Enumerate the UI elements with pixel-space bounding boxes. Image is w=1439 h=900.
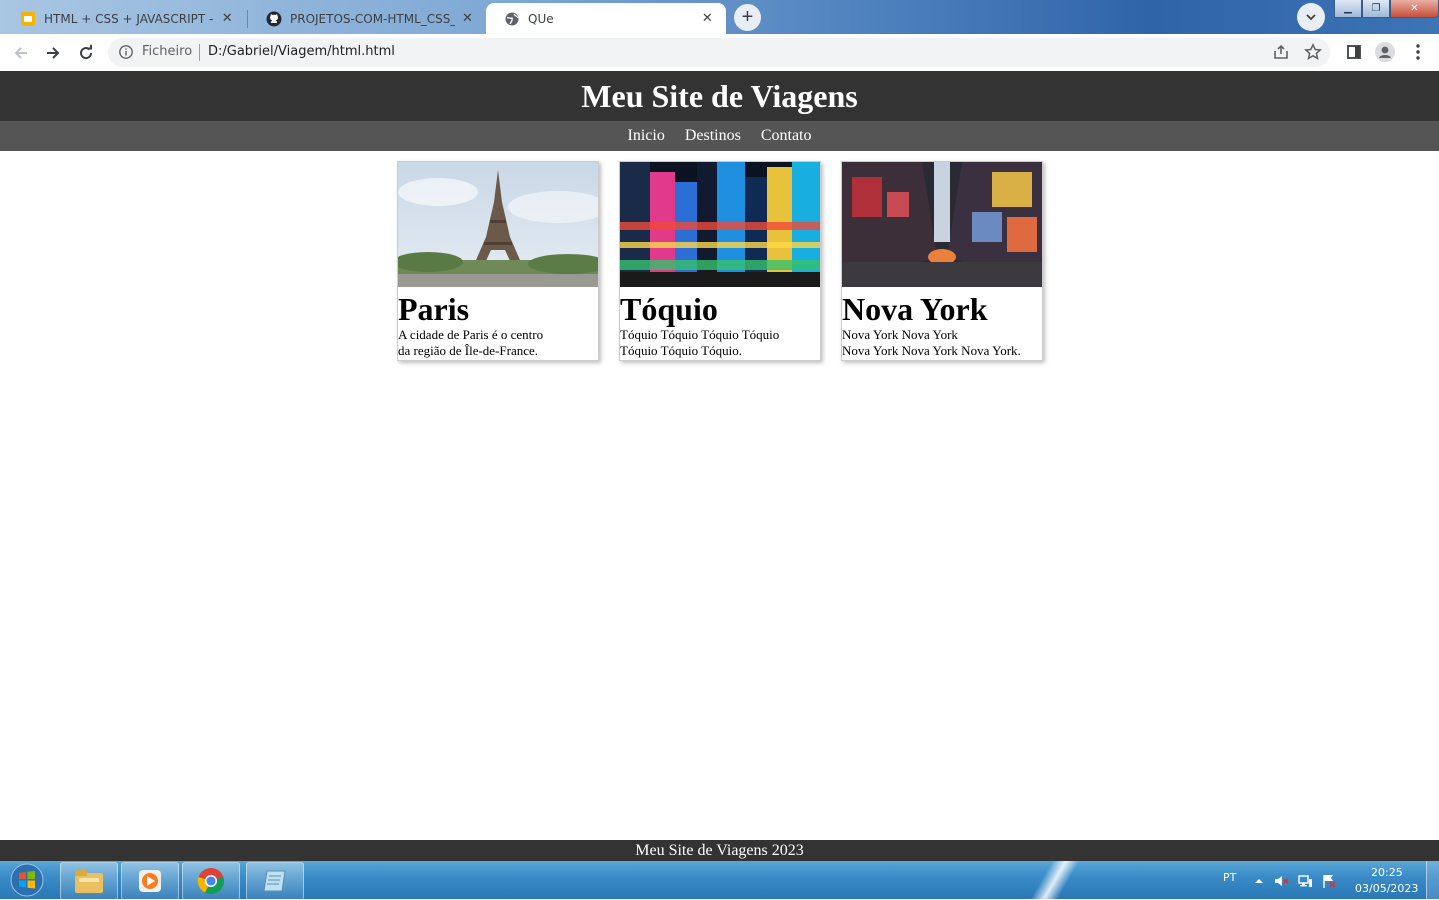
close-icon[interactable]: ✕ bbox=[461, 11, 474, 26]
github-icon bbox=[266, 11, 282, 26]
chevron-down-icon bbox=[1306, 14, 1316, 21]
card-nova-york: Nova York Nova York Nova York Nova York … bbox=[841, 161, 1043, 361]
close-icon[interactable]: ✕ bbox=[220, 11, 234, 26]
language-indicator[interactable]: PT bbox=[1223, 871, 1236, 884]
taskbar-chrome[interactable] bbox=[182, 862, 240, 900]
kebab-menu-icon bbox=[1416, 44, 1420, 60]
card-text-line: A cidade de Paris é o centro bbox=[398, 327, 544, 342]
new-york-street-photo bbox=[842, 162, 1042, 287]
taskbar-explorer[interactable] bbox=[60, 862, 118, 900]
profile-button[interactable] bbox=[1375, 42, 1395, 62]
clock-date[interactable]: 03/05/2023 bbox=[1355, 882, 1418, 895]
tab-search-button[interactable] bbox=[1297, 3, 1325, 31]
browser-tab-github[interactable]: PROJETOS-COM-HTML_CSS_JAVASCRIPT ✕ bbox=[248, 3, 486, 34]
arrow-right-icon bbox=[47, 47, 60, 59]
show-desktop-button[interactable] bbox=[1426, 861, 1439, 899]
windows-logo-icon bbox=[10, 863, 44, 897]
action-center-icon[interactable] bbox=[1321, 873, 1337, 889]
card-title: Paris bbox=[398, 291, 470, 327]
address-bar[interactable]: Ficheiro D:/Gabriel/Viagem/html.html bbox=[108, 38, 1330, 67]
card-title: Nova York bbox=[842, 291, 988, 327]
windows-taskbar: PT 20:25 03/05/2023 bbox=[0, 861, 1439, 900]
card-paris: Paris A cidade de Paris é o centro da re… bbox=[397, 161, 599, 361]
site-footer: Meu Site de Viagens 2023 bbox=[0, 840, 1439, 861]
card-text-line: Tóquio Tóquio Tóquio. bbox=[620, 343, 742, 358]
menu-button[interactable] bbox=[1408, 42, 1428, 62]
address-divider bbox=[199, 44, 200, 61]
plus-icon: + bbox=[741, 6, 754, 28]
card-toquio: Tóquio Tóquio Tóquio Tóquio Tóquio Tóqui… bbox=[619, 161, 821, 361]
nav-link-destinos[interactable]: Destinos bbox=[685, 127, 741, 145]
site-header: Meu Site de Viagens bbox=[0, 71, 1439, 121]
share-icon[interactable] bbox=[1272, 43, 1290, 61]
card-text-line: da região de Île-de-France. bbox=[398, 343, 539, 358]
tab-title: PROJETOS-COM-HTML_CSS_JAVASCRIPT bbox=[290, 11, 455, 26]
browser-tab-slides[interactable]: HTML + CSS + JAVASCRIPT - Google ✕ bbox=[2, 3, 246, 34]
taskbar-notepad[interactable] bbox=[246, 862, 304, 900]
page-title: Meu Site de Viagens bbox=[581, 77, 858, 114]
eiffel-tower-photo bbox=[398, 162, 598, 287]
nav-link-contato[interactable]: Contato bbox=[761, 127, 812, 145]
arrow-left-icon bbox=[14, 47, 27, 59]
volume-muted-icon[interactable] bbox=[1273, 873, 1289, 889]
address-url[interactable]: D:/Gabriel/Viagem/html.html bbox=[208, 44, 395, 59]
site-nav: Inicio Destinos Contato bbox=[0, 121, 1439, 151]
window-controls: ▁ ❐ ✕ bbox=[1334, 0, 1439, 18]
chevron-up-icon[interactable] bbox=[1251, 873, 1267, 889]
tab-title: HTML + CSS + JAVASCRIPT - Google bbox=[44, 11, 214, 26]
avatar-icon bbox=[1375, 42, 1395, 62]
reload-icon bbox=[80, 44, 93, 60]
notepad-icon bbox=[263, 870, 286, 892]
clock-time[interactable]: 20:25 bbox=[1371, 866, 1403, 879]
browser-toolbar: Ficheiro D:/Gabriel/Viagem/html.html bbox=[0, 34, 1439, 72]
reload-button[interactable] bbox=[74, 41, 98, 65]
chrome-icon bbox=[197, 868, 224, 894]
close-icon[interactable]: ✕ bbox=[701, 11, 714, 26]
start-button[interactable] bbox=[4, 861, 50, 899]
network-icon[interactable] bbox=[1297, 873, 1313, 889]
taskbar-media-player[interactable] bbox=[121, 862, 179, 900]
browser-tab-strip: HTML + CSS + JAVASCRIPT - Google ✕ PROJE… bbox=[0, 0, 1439, 34]
card-title: Tóquio bbox=[620, 291, 718, 327]
side-panel-button[interactable] bbox=[1344, 42, 1364, 62]
card-text-line: Nova York Nova York Nova York. bbox=[842, 343, 1021, 358]
info-icon[interactable] bbox=[118, 44, 134, 60]
folder-icon bbox=[75, 870, 103, 893]
tokyo-night-photo bbox=[620, 162, 820, 287]
minimize-button[interactable]: ▁ bbox=[1334, 0, 1362, 18]
forward-button[interactable] bbox=[41, 41, 65, 65]
side-panel-icon bbox=[1347, 45, 1361, 59]
window-close-button[interactable]: ✕ bbox=[1390, 0, 1439, 18]
card-text-line: Nova York Nova York bbox=[842, 327, 958, 342]
destination-cards: Paris A cidade de Paris é o centro da re… bbox=[397, 161, 1063, 361]
google-slides-icon bbox=[21, 11, 35, 26]
tab-title: QUe bbox=[528, 11, 554, 26]
media-player-icon bbox=[139, 870, 161, 892]
restore-button[interactable]: ❐ bbox=[1362, 0, 1390, 18]
bookmark-star-icon[interactable] bbox=[1304, 43, 1322, 61]
globe-icon bbox=[505, 12, 519, 25]
browser-tab-active[interactable]: QUe ✕ bbox=[486, 3, 726, 34]
taskbar-glow bbox=[1020, 861, 1090, 899]
footer-text: Meu Site de Viagens 2023 bbox=[635, 841, 804, 859]
back-button[interactable] bbox=[9, 41, 33, 65]
nav-link-inicio[interactable]: Inicio bbox=[628, 127, 665, 145]
address-scheme: Ficheiro bbox=[142, 44, 193, 59]
new-tab-button[interactable]: + bbox=[734, 4, 761, 31]
card-text-line: Tóquio Tóquio Tóquio Tóquio bbox=[620, 327, 780, 342]
